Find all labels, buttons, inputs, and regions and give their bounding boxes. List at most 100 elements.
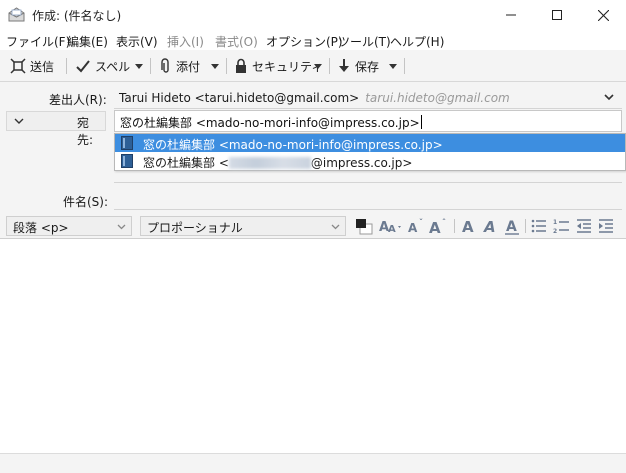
text-caret — [420, 115, 422, 129]
menu-bar: ファイル(F) 編集(E) 表示(V) 挿入(I) 書式(O) オプション(P)… — [0, 30, 626, 50]
chevron-down-icon — [389, 63, 397, 69]
save-dropdown[interactable] — [386, 55, 400, 77]
maximize-button[interactable] — [534, 0, 580, 30]
header-divider — [114, 182, 622, 183]
message-body-editor[interactable] — [0, 240, 626, 453]
paragraph-value: 段落 <p> — [13, 221, 69, 235]
autocomplete-item-text: 窓の杜編集部 < @impress.co.jp> — [143, 154, 412, 171]
from-dropdown[interactable] — [603, 91, 615, 103]
main-toolbar: 送信 スペル 添付 セキュリティ 保存 — [0, 50, 626, 82]
text-color-icon[interactable] — [353, 217, 375, 235]
chevron-down-icon — [14, 118, 24, 124]
chevron-down-icon — [314, 63, 322, 69]
header-divider — [114, 108, 622, 109]
toolbar-divider — [329, 58, 330, 74]
from-select[interactable]: Tarui Hideto <tarui.hideto@gmail.com> tar… — [119, 91, 510, 105]
italic-icon[interactable]: A — [481, 217, 499, 235]
attach-button[interactable]: 添付 — [158, 55, 200, 77]
svg-text:A: A — [506, 219, 517, 235]
format-toolbar: 段落 <p> プロポーショナル AA Aˇ Aˆ A A A 12 — [0, 212, 626, 239]
autocomplete-item-suffix: @impress.co.jp> — [310, 156, 413, 170]
chevron-down-icon — [331, 224, 340, 230]
toolbar-divider — [404, 58, 405, 74]
close-button[interactable] — [580, 0, 626, 30]
menu-format[interactable]: 書式(O) — [215, 33, 258, 50]
font-size-decrease-icon[interactable]: AA — [378, 217, 404, 235]
autocomplete-item[interactable]: 窓の杜編集部 < @impress.co.jp> — [115, 152, 625, 170]
menu-help[interactable]: ヘルプ(H) — [390, 33, 444, 50]
menu-tools[interactable]: ツール(T) — [338, 33, 391, 50]
subject-input[interactable] — [114, 188, 622, 208]
autocomplete-popup: 窓の杜編集部 <mado-no-mori-info@impress.co.jp>… — [114, 133, 626, 171]
minimize-button[interactable] — [488, 0, 534, 30]
save-label: 保存 — [355, 59, 380, 74]
svg-text:A: A — [429, 219, 441, 235]
svg-text:A: A — [408, 221, 418, 235]
bold-icon[interactable]: A — [459, 217, 477, 235]
svg-text:A: A — [462, 218, 474, 235]
spell-label: スペル — [95, 59, 131, 74]
format-divider — [454, 219, 455, 233]
chevron-down-icon — [604, 94, 614, 101]
paragraph-select[interactable]: 段落 <p> — [6, 216, 132, 236]
menu-insert[interactable]: 挿入(I) — [167, 33, 204, 50]
indent-icon[interactable] — [597, 217, 615, 235]
menu-view[interactable]: 表示(V) — [116, 33, 158, 50]
chevron-down-icon — [135, 63, 143, 69]
svg-text:A: A — [483, 218, 496, 235]
font-value: プロポーショナル — [147, 221, 243, 235]
from-alias: tarui.hideto@gmail.com — [365, 91, 510, 105]
svg-text:1: 1 — [553, 219, 557, 226]
chevron-down-icon — [117, 224, 126, 230]
svg-text:A: A — [388, 224, 396, 235]
svg-text:2: 2 — [553, 228, 557, 235]
address-book-icon — [121, 136, 133, 150]
autocomplete-item[interactable]: 窓の杜編集部 <mado-no-mori-info@impress.co.jp> — [115, 134, 625, 152]
menu-file[interactable]: ファイル(F) — [6, 33, 70, 50]
title-bar: 作成: (件名なし) — [0, 0, 626, 30]
message-header: 差出人(R): Tarui Hideto <tarui.hideto@gmail… — [0, 82, 626, 212]
send-button[interactable]: 送信 — [10, 55, 54, 77]
recipient-input[interactable]: 窓の杜編集部 <mado-no-mori-info@impress.co.jp> — [114, 110, 622, 132]
numbered-list-icon[interactable]: 12 — [553, 217, 571, 235]
save-button[interactable]: 保存 — [337, 55, 379, 77]
checkmark-icon — [76, 60, 90, 73]
font-larger-icon[interactable]: Aˆ — [428, 217, 450, 235]
outdent-icon[interactable] — [575, 217, 593, 235]
from-address: Tarui Hideto <tarui.hideto@gmail.com> — [119, 91, 360, 105]
attach-label: 添付 — [176, 59, 201, 74]
font-select[interactable]: プロポーショナル — [140, 216, 346, 236]
svg-text:ˇ: ˇ — [419, 217, 423, 227]
paperclip-icon — [161, 58, 169, 73]
lock-icon — [236, 58, 246, 73]
recipient-type-select[interactable]: 宛先: — [6, 111, 106, 147]
redacted-area — [228, 157, 311, 169]
autocomplete-item-prefix: 窓の杜編集部 < — [143, 156, 229, 170]
toolbar-divider — [66, 58, 67, 74]
bullet-list-icon[interactable] — [530, 217, 548, 235]
autocomplete-item-text: 窓の杜編集部 <mado-no-mori-info@impress.co.jp> — [143, 138, 443, 152]
download-arrow-icon — [339, 59, 349, 72]
svg-text:ˆ: ˆ — [442, 217, 446, 227]
spell-button[interactable]: スペル — [75, 55, 130, 77]
window-title: 作成: (件名なし) — [32, 9, 122, 23]
send-icon — [10, 58, 26, 74]
security-dropdown[interactable] — [311, 55, 325, 77]
status-bar — [0, 453, 626, 473]
format-divider — [525, 219, 526, 233]
attach-dropdown[interactable] — [208, 55, 222, 77]
security-button[interactable]: セキュリティ — [234, 55, 323, 77]
font-smaller-icon[interactable]: Aˇ — [406, 217, 426, 235]
chevron-down-icon — [211, 63, 219, 69]
toolbar-divider — [150, 58, 151, 74]
spell-dropdown[interactable] — [132, 55, 146, 77]
subject-label: 件名(S): — [63, 195, 109, 209]
address-book-icon — [121, 154, 133, 168]
menu-options[interactable]: オプション(P) — [266, 33, 343, 50]
menu-edit[interactable]: 編集(E) — [67, 33, 108, 50]
toolbar-divider — [226, 58, 227, 74]
recipient-value: 窓の杜編集部 <mado-no-mori-info@impress.co.jp> — [120, 116, 420, 130]
underline-icon[interactable]: A — [503, 217, 521, 235]
compose-app-icon — [8, 7, 25, 22]
recipient-type-label: 宛先: — [77, 116, 94, 147]
